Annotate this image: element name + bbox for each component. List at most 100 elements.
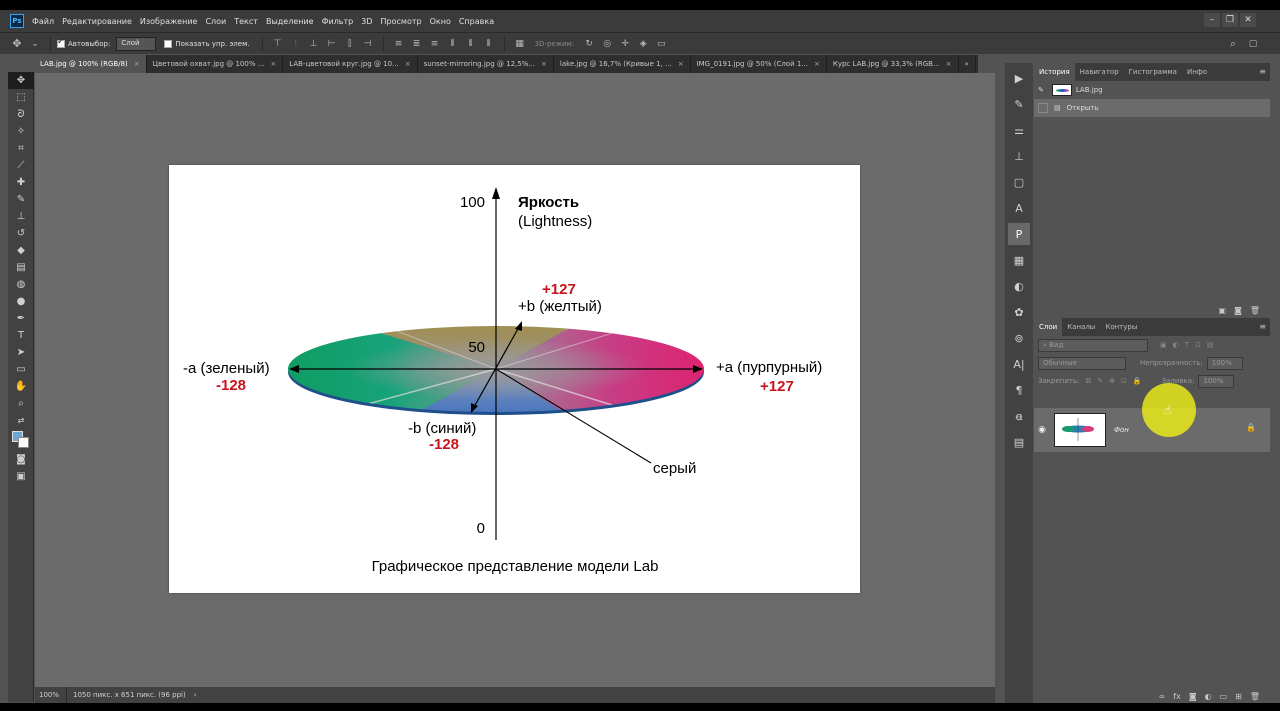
history-brush-tool-icon[interactable]: ↺ (8, 225, 34, 242)
add-mask-icon[interactable]: ◙ (1189, 692, 1197, 701)
distribute-hcenter-icon[interactable]: ⦀ (466, 39, 476, 49)
autoselect-dropdown[interactable]: Слой (116, 36, 157, 51)
layer-style-icon[interactable]: fx (1173, 692, 1181, 701)
character-styles-icon[interactable]: A| (1008, 353, 1030, 375)
filter-type-icons[interactable]: ▣◐T⊡▤ (1160, 341, 1219, 349)
canvas-area[interactable]: 100 Яркость (Lightness) +127 +b (желтый)… (35, 73, 995, 687)
close-icon[interactable]: × (541, 60, 547, 68)
menu-edit[interactable]: Редактирование (62, 17, 132, 26)
tab-navigator[interactable]: Навигатор (1075, 63, 1124, 81)
menu-layers[interactable]: Слои (205, 17, 226, 26)
tool-presets-icon[interactable]: ▢ (1008, 171, 1030, 193)
tab-sunset-mirroring[interactable]: sunset-mirroring.jpg @ 12,5%... × (418, 55, 554, 73)
brush-presets-icon[interactable]: ✎ (1008, 93, 1030, 115)
autoselect-checkbox[interactable] (57, 37, 65, 48)
clone-stamp-tool-icon[interactable]: ⊥ (8, 208, 34, 225)
clone-source-icon[interactable]: ⊥ (1008, 145, 1030, 167)
menu-type[interactable]: Текст (234, 17, 258, 26)
screen-mode-icon[interactable]: ▣ (8, 468, 34, 485)
properties-icon[interactable]: ✿ (1008, 301, 1030, 323)
3d-slide-icon[interactable]: ◈ (638, 39, 648, 49)
minimize-button[interactable]: – (1204, 13, 1220, 27)
align-vcenter-icon[interactable]: ⫶ (291, 39, 301, 49)
show-controls-checkbox[interactable] (164, 39, 173, 48)
pen-tool-icon[interactable]: ✒ (8, 310, 34, 327)
color-swatches[interactable] (8, 429, 34, 451)
distribute-bottom-icon[interactable]: ≡ (430, 39, 440, 49)
tabs-overflow-button[interactable]: » (959, 55, 976, 73)
move-tool-preset-icon[interactable]: ✥ (12, 38, 22, 49)
new-layer-icon[interactable]: ⊞ (1235, 692, 1242, 701)
opacity-input[interactable]: 100% (1206, 356, 1243, 370)
chevron-right-icon[interactable]: › (186, 691, 197, 699)
close-button[interactable]: ✕ (1240, 13, 1256, 27)
align-top-icon[interactable]: ⊤ (273, 39, 283, 49)
paragraph-icon[interactable]: P (1008, 223, 1030, 245)
panel-menu-icon[interactable]: ≡ (1259, 67, 1266, 76)
tab-lab[interactable]: LAB.jpg @ 100% (RGB/8) × (34, 55, 147, 73)
workspace-icon[interactable]: ▢ (1248, 39, 1258, 49)
styles-icon[interactable]: ◐ (1008, 275, 1030, 297)
link-layers-icon[interactable]: ∞ (1159, 692, 1166, 701)
document-image[interactable]: 100 Яркость (Lightness) +127 +b (желтый)… (169, 165, 860, 593)
eye-icon[interactable]: ◉ (1034, 425, 1050, 435)
path-selection-tool-icon[interactable]: ➤ (8, 344, 34, 361)
tab-info[interactable]: Инфо (1182, 63, 1212, 81)
history-step[interactable]: ▤ Открыть (1034, 99, 1270, 117)
menu-select[interactable]: Выделение (266, 17, 314, 26)
lasso-tool-icon[interactable]: ᘐ (8, 106, 34, 123)
hand-tool-icon[interactable]: ✋ (8, 378, 34, 395)
3d-rotate-icon[interactable]: ↻ (584, 39, 594, 49)
layer-filter-dropdown[interactable]: ⌕ Вид (1038, 338, 1148, 352)
tab-color-gamut[interactable]: Цветовой охват.jpg @ 100% ... × (147, 55, 284, 73)
close-icon[interactable]: × (814, 60, 820, 68)
align-hcenter-icon[interactable]: ⫿ (345, 39, 355, 49)
menu-view[interactable]: Просмотр (381, 17, 422, 26)
glyphs-icon[interactable]: ꬰ (1008, 405, 1030, 427)
distribute-left-icon[interactable]: ⦀ (448, 39, 458, 49)
rectangle-tool-icon[interactable]: ▭ (8, 361, 34, 378)
distribute-vcenter-icon[interactable]: ≣ (412, 39, 422, 49)
menu-help[interactable]: Справка (459, 17, 494, 26)
new-group-icon[interactable]: ▭ (1220, 692, 1228, 701)
eyedropper-tool-icon[interactable]: ⟋ (8, 157, 34, 174)
healing-brush-tool-icon[interactable]: ✚ (8, 174, 34, 191)
camera-icon[interactable]: ◙ (1234, 306, 1242, 315)
magic-wand-tool-icon[interactable]: ✧ (8, 123, 34, 140)
align-right-icon[interactable]: ⊣ (363, 39, 373, 49)
blend-mode-dropdown[interactable]: Обычные (1038, 356, 1126, 370)
trash-icon[interactable]: 🗑 (1250, 306, 1260, 315)
new-document-from-state-icon[interactable]: ▣ (1219, 306, 1227, 315)
background-color-swatch[interactable] (18, 437, 29, 448)
menu-3d[interactable]: 3D (361, 17, 372, 26)
tab-lake[interactable]: lake.jpg @ 16,7% (Кривые 1, ... × (554, 55, 691, 73)
search-icon[interactable]: ⌕ (1228, 38, 1238, 49)
fill-input[interactable]: 100% (1198, 374, 1235, 388)
distribute-right-icon[interactable]: ⦀ (484, 39, 494, 49)
history-source-checkbox[interactable] (1038, 103, 1048, 113)
menu-image[interactable]: Изображение (140, 17, 198, 26)
tab-lab-color-wheel[interactable]: LAB-цветовой круг.jpg @ 10... × (283, 55, 418, 73)
brush-tool-icon[interactable]: ✎ (8, 191, 34, 208)
swap-colors-icon[interactable]: ⇄ (8, 412, 34, 429)
tab-histogram[interactable]: Гистограмма (1124, 63, 1182, 81)
restore-button[interactable]: ❐ (1222, 13, 1238, 27)
channels-icon[interactable]: ⊚ (1008, 327, 1030, 349)
swatches-icon[interactable]: ▦ (1008, 249, 1030, 271)
align-left-icon[interactable]: ⊢ (327, 39, 337, 49)
3d-roll-icon[interactable]: ◎ (602, 39, 612, 49)
close-icon[interactable]: × (946, 60, 952, 68)
menu-filter[interactable]: Фильтр (322, 17, 354, 26)
panel-menu-icon[interactable]: ≡ (1259, 322, 1266, 331)
close-icon[interactable]: × (405, 60, 411, 68)
history-snapshot[interactable]: ✎ LAB.jpg (1034, 81, 1270, 99)
tab-img-0191[interactable]: IMG_0191.jpg @ 50% (Слой 1... × (691, 55, 827, 73)
adjustments-icon[interactable]: ⚌ (1008, 119, 1030, 141)
play-actions-icon[interactable]: ▶ (1008, 67, 1030, 89)
tab-lab-course[interactable]: Курс LAB.jpg @ 33,3% (RGB... × (827, 55, 959, 73)
quick-mask-icon[interactable]: ◙ (8, 451, 34, 468)
menu-file[interactable]: Файл (32, 17, 54, 26)
trash-icon[interactable]: 🗑 (1250, 692, 1260, 701)
type-tool-icon[interactable]: T (8, 327, 34, 344)
zoom-tool-icon[interactable]: ⌕ (8, 395, 34, 412)
